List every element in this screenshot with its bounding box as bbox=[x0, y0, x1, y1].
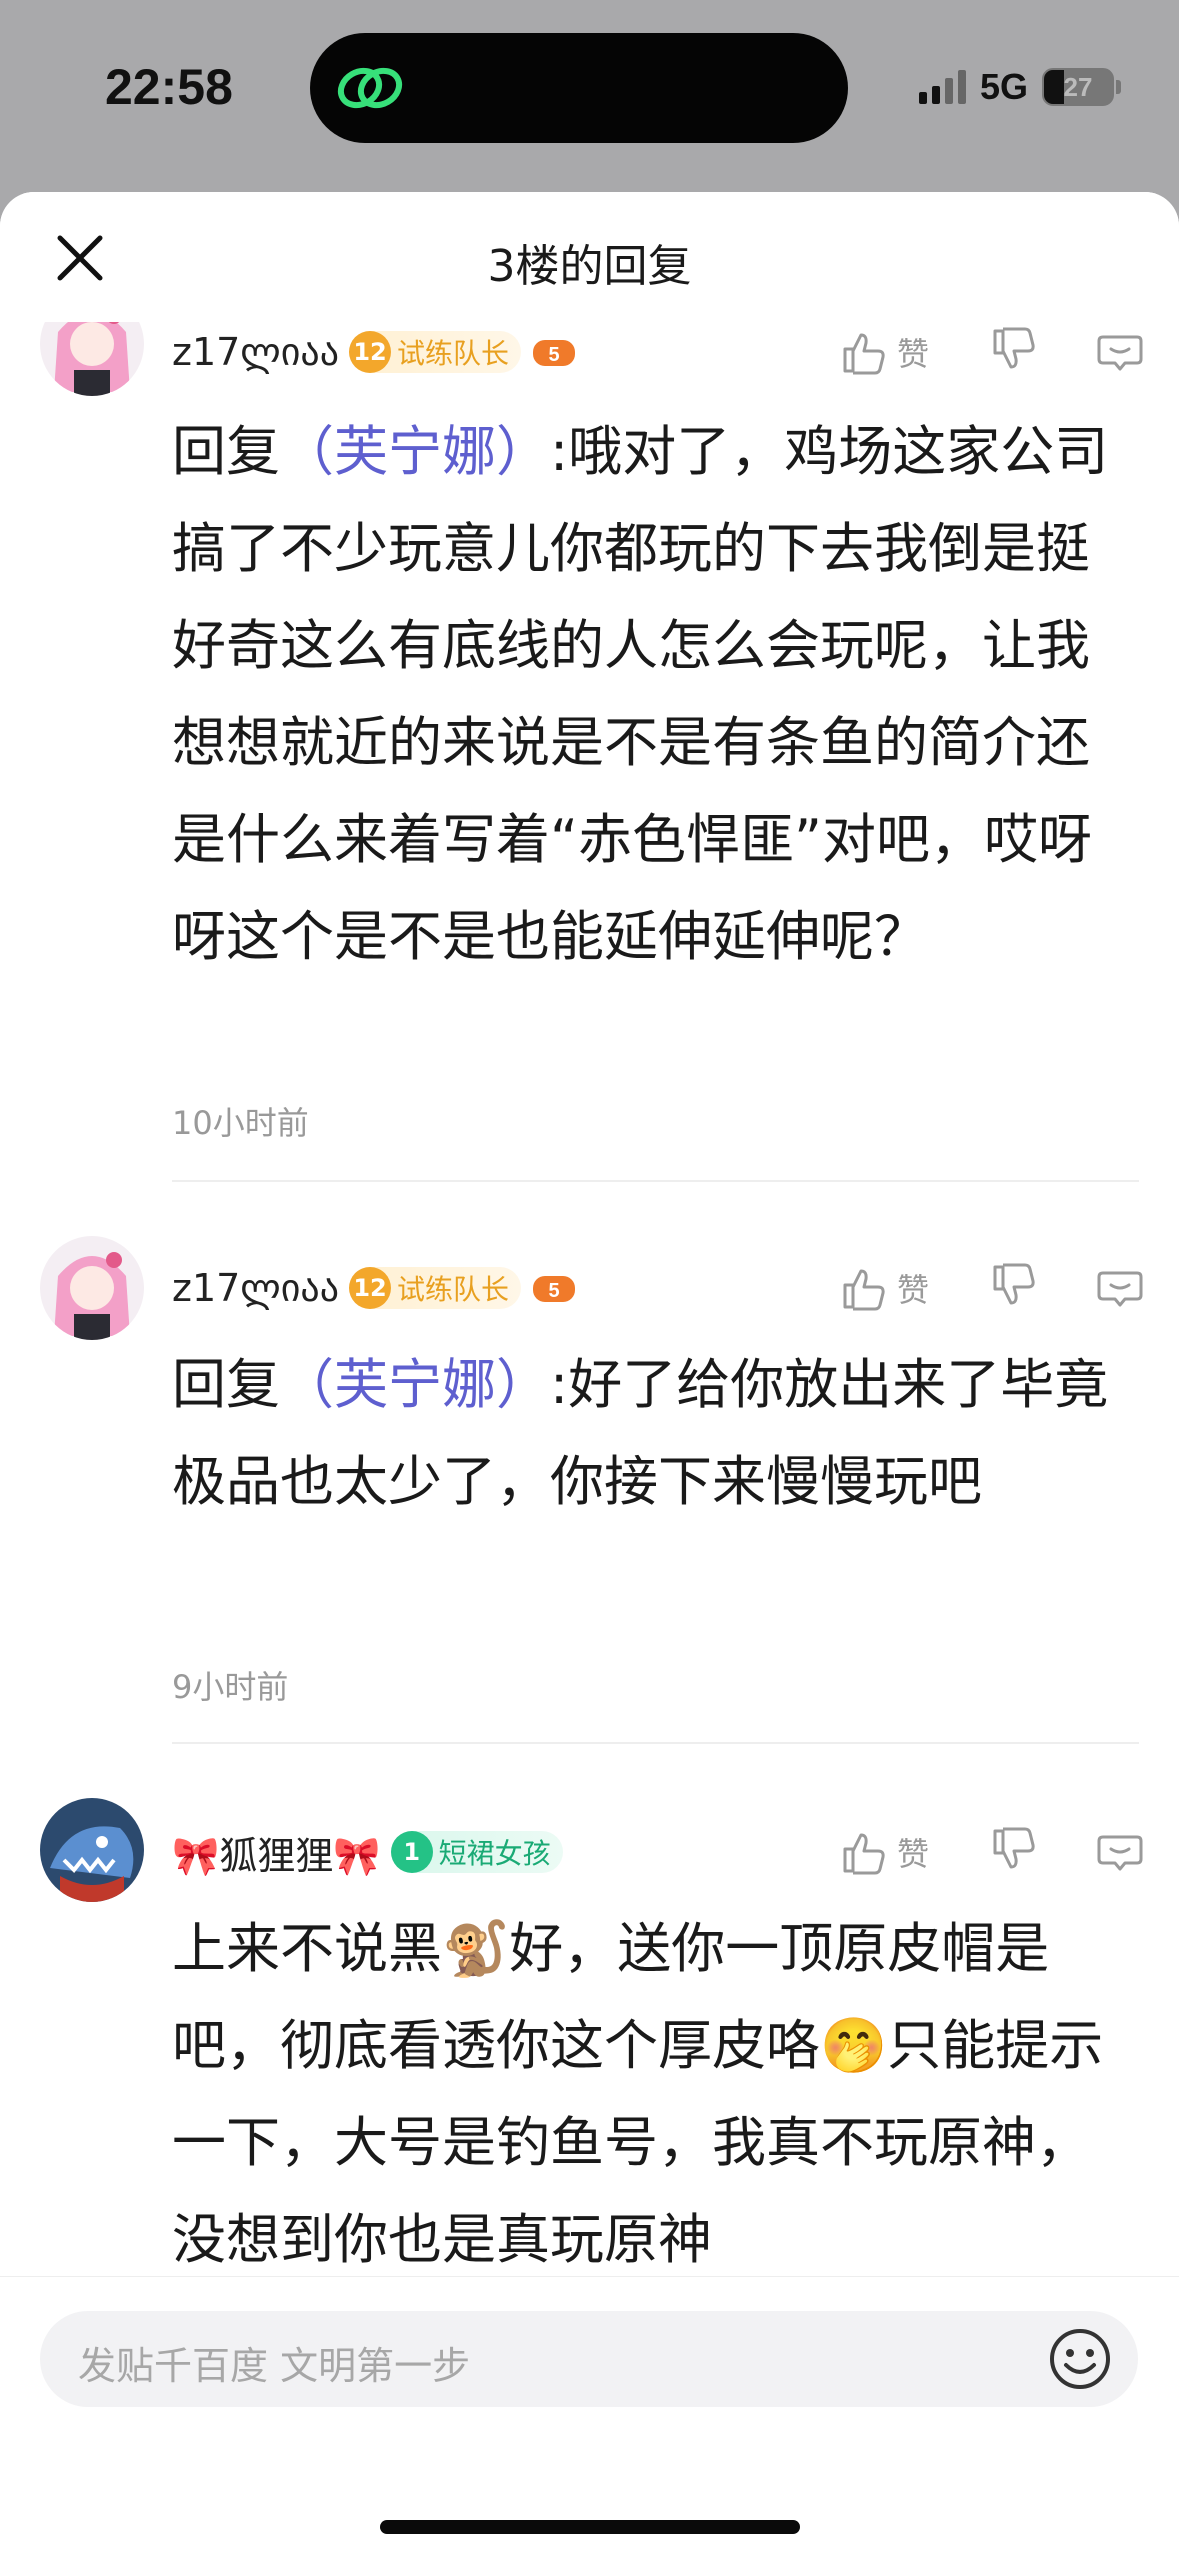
like-label: 赞 bbox=[896, 1271, 929, 1309]
monkey-emoji: 🐒 bbox=[442, 1917, 510, 1980]
status-time: 22:58 bbox=[105, 59, 233, 115]
comment-text-part1: 上来不说黑 bbox=[172, 1917, 442, 1980]
reply-sheet: 3楼的回复 z17ლიაა 12 试练队长 5 赞 回复（芙宁娜）:哦对了，鸡场… bbox=[0, 192, 1179, 2556]
comment-bubble-icon[interactable] bbox=[1097, 329, 1143, 375]
level-number: 12 bbox=[349, 331, 392, 373]
post-input[interactable]: 发贴千百度 文明第一步 bbox=[40, 2311, 1138, 2407]
post-input-placeholder: 发贴千百度 文明第一步 bbox=[78, 2344, 471, 2388]
page-title: 3楼的回复 bbox=[487, 241, 692, 292]
game-badge-number: 5 bbox=[548, 1280, 559, 1302]
username[interactable]: z17ლიაა bbox=[172, 330, 339, 374]
hand-over-mouth-emoji: 🤭 bbox=[820, 2014, 888, 2077]
divider bbox=[172, 1180, 1139, 1182]
comment-text: 回复（芙宁娜）:好了给你放出来了毕竟极品也太少了，你接下来慢慢玩吧 bbox=[172, 1336, 1132, 1530]
battery-icon: 27 bbox=[1042, 68, 1114, 106]
link-app-icon bbox=[337, 67, 403, 109]
avatar[interactable] bbox=[40, 1798, 144, 1902]
comment-bubble-icon[interactable] bbox=[1097, 1829, 1143, 1875]
sheet-header: 3楼的回复 bbox=[0, 192, 1179, 322]
reply-prefix: 回复 bbox=[172, 1353, 280, 1416]
cellular-signal-icon bbox=[918, 70, 966, 104]
user-row: z17ლიაა 12 试练队长 5 bbox=[172, 1258, 577, 1318]
home-indicator[interactable] bbox=[380, 2520, 800, 2534]
level-title: 试练队长 bbox=[397, 337, 510, 370]
composer-bar: 发贴千百度 文明第一步 bbox=[0, 2276, 1179, 2556]
like-label: 赞 bbox=[896, 1835, 929, 1873]
thumbs-down-icon bbox=[993, 1263, 1035, 1305]
thumbs-down-icon bbox=[993, 1827, 1035, 1869]
battery-tip bbox=[1116, 80, 1121, 94]
network-type: 5G bbox=[979, 66, 1028, 107]
gamepad-badge-icon: 5 bbox=[533, 340, 576, 366]
thumbs-up-icon bbox=[843, 1269, 885, 1311]
comment-bubble-icon[interactable] bbox=[1097, 1265, 1143, 1311]
level-badge: 12 试练队长 bbox=[349, 331, 522, 373]
comment-actions: 赞 bbox=[841, 322, 1143, 382]
thumbs-down-icon bbox=[993, 327, 1035, 369]
comment-text: 回复（芙宁娜）:哦对了，鸡场这家公司搞了不少玩意儿你都玩的下去我倒是挺好奇这么有… bbox=[172, 403, 1132, 985]
thumbs-up-icon bbox=[843, 1833, 885, 1875]
reply-target[interactable]: （芙宁娜） bbox=[280, 420, 550, 483]
comment-actions: 赞 bbox=[841, 1822, 1143, 1882]
divider bbox=[172, 1742, 1139, 1744]
level-number: 1 bbox=[390, 1831, 433, 1873]
username-text: 狐狸狸 bbox=[219, 1833, 334, 1878]
reply-prefix: 回复 bbox=[172, 420, 280, 483]
status-bar: 22:58 5G 27 bbox=[0, 0, 1179, 190]
level-number: 12 bbox=[349, 1267, 392, 1309]
level-badge: 1 短裙女孩 bbox=[390, 1831, 563, 1873]
like-button[interactable]: 赞 bbox=[841, 1265, 929, 1311]
smiley-icon[interactable] bbox=[1046, 2325, 1114, 2393]
thumbs-up-icon bbox=[843, 333, 885, 375]
dislike-button[interactable] bbox=[991, 1263, 1037, 1313]
comment-text: 上来不说黑🐒好，送你一顶原皮帽是吧，彻底看透你这个厚皮咯🤭只能提示一下，大号是钓… bbox=[172, 1900, 1132, 2288]
dynamic-island bbox=[310, 33, 848, 143]
bow-right: 🎀 bbox=[333, 1833, 381, 1878]
level-badge: 12 试练队长 bbox=[349, 1267, 522, 1309]
reply-body: :哦对了，鸡场这家公司搞了不少玩意儿你都玩的下去我倒是挺好奇这么有底线的人怎么会… bbox=[172, 420, 1109, 968]
like-button[interactable]: 赞 bbox=[841, 329, 929, 375]
comment-time: 10小时前 bbox=[172, 1104, 309, 1142]
bow-left: 🎀 bbox=[172, 1833, 220, 1878]
username[interactable]: 🎀狐狸狸🎀 bbox=[172, 1825, 381, 1880]
level-title: 短裙女孩 bbox=[438, 1837, 551, 1870]
user-row: z17ლიაა 12 试练队长 5 bbox=[172, 322, 577, 382]
user-row: 🎀狐狸狸🎀 1 短裙女孩 bbox=[172, 1822, 563, 1882]
comment-actions: 赞 bbox=[841, 1258, 1143, 1318]
dislike-button[interactable] bbox=[991, 1827, 1037, 1877]
like-label: 赞 bbox=[896, 335, 929, 373]
status-indicators: 5G 27 bbox=[918, 62, 1121, 112]
dislike-button[interactable] bbox=[991, 327, 1037, 377]
gamepad-badge-icon: 5 bbox=[533, 1276, 576, 1302]
battery-level: 27 bbox=[1063, 71, 1093, 102]
username[interactable]: z17ლიაა bbox=[172, 1266, 339, 1310]
reply-target[interactable]: （芙宁娜） bbox=[280, 1353, 550, 1416]
like-button[interactable]: 赞 bbox=[841, 1829, 929, 1875]
comment-time: 9小时前 bbox=[172, 1668, 289, 1706]
avatar[interactable] bbox=[40, 1236, 144, 1340]
game-badge-number: 5 bbox=[548, 344, 559, 366]
level-title: 试练队长 bbox=[397, 1273, 510, 1306]
